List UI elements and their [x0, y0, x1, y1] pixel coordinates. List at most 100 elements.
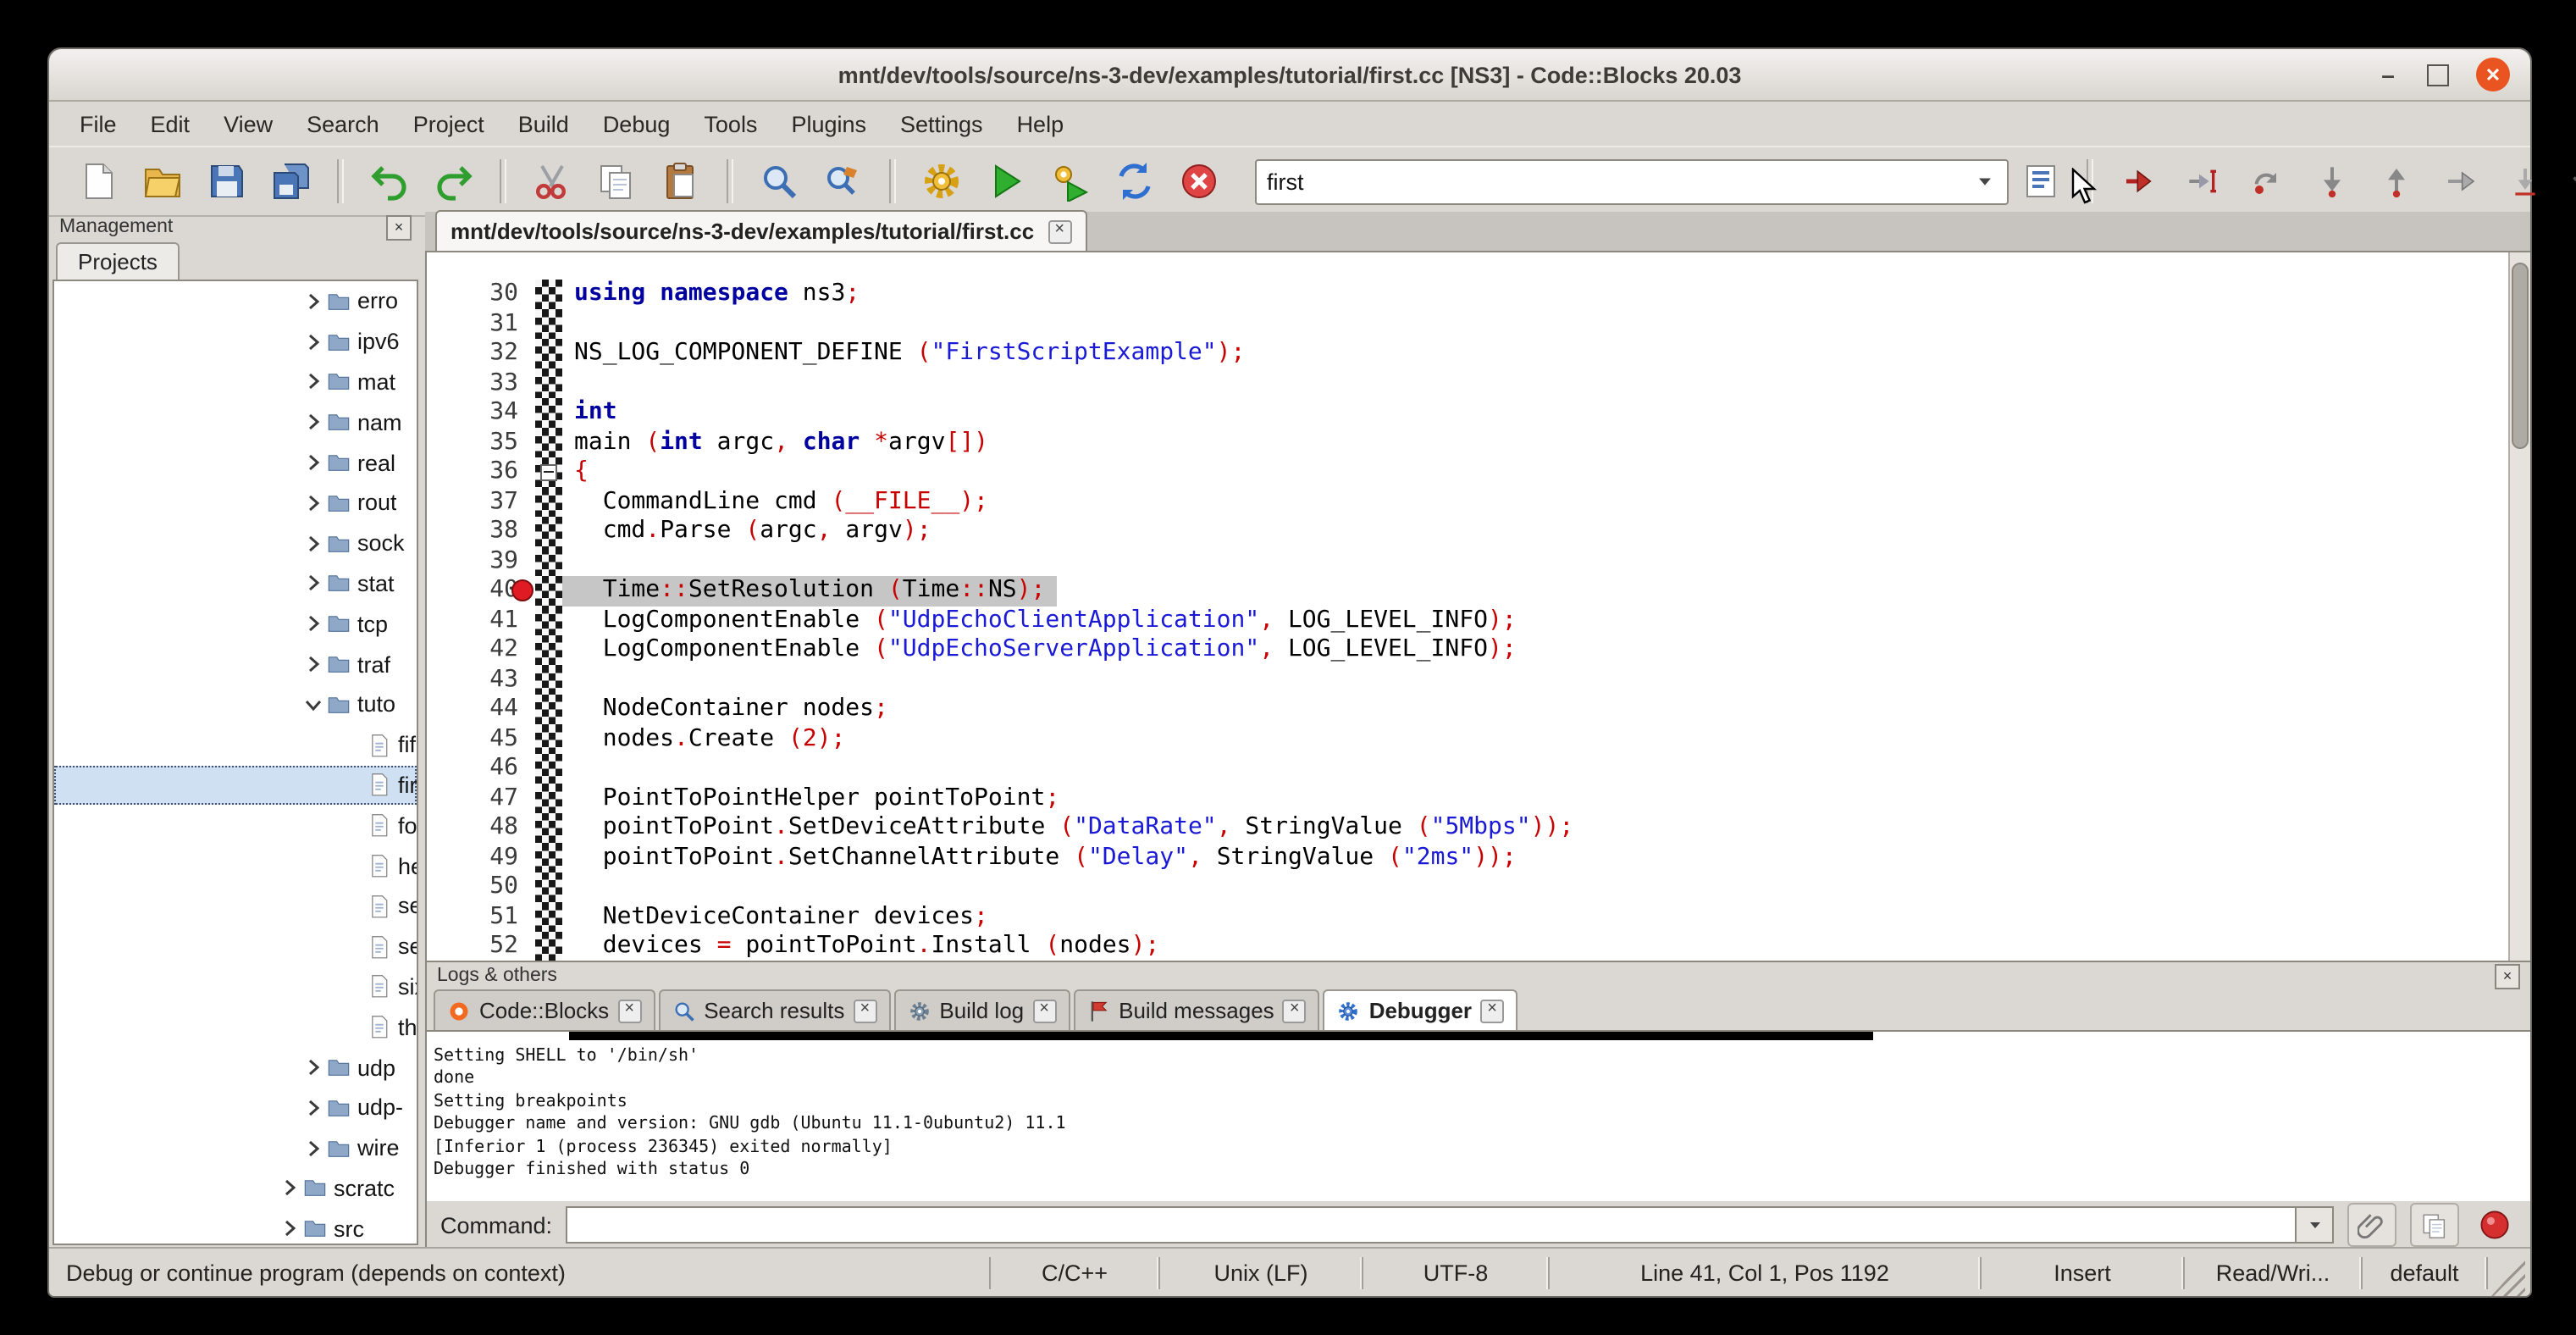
close-icon[interactable]: ×: [2495, 963, 2520, 989]
tree-item-src[interactable]: src: [54, 1209, 417, 1245]
tree-item-tcp[interactable]: tcp: [54, 604, 417, 645]
editor-line-34[interactable]: 34int: [427, 398, 2508, 428]
marker-margin[interactable]: [535, 754, 562, 784]
copy-log-button[interactable]: [2410, 1203, 2459, 1247]
tree-item-wire[interactable]: wire: [54, 1127, 417, 1168]
chevron-collapsed-icon[interactable]: [279, 1178, 300, 1199]
close-icon[interactable]: ×: [1480, 999, 1504, 1022]
chevron-collapsed-icon[interactable]: [303, 452, 323, 473]
debugger-command-input[interactable]: [566, 1206, 2297, 1244]
marker-margin[interactable]: [535, 606, 562, 635]
new-file-button[interactable]: [73, 156, 124, 207]
run-to-cursor-button[interactable]: [2178, 156, 2229, 207]
menu-view[interactable]: View: [207, 106, 290, 141]
editor-line-44[interactable]: 44 NodeContainer nodes;: [427, 695, 2508, 724]
chevron-collapsed-icon[interactable]: [303, 614, 323, 634]
editor-line-33[interactable]: 33: [427, 368, 2508, 398]
editor-line-51[interactable]: 51 NetDeviceContainer devices;: [427, 902, 2508, 932]
command-history-dropdown[interactable]: [2297, 1206, 2334, 1244]
marker-margin[interactable]: [535, 309, 562, 339]
chevron-collapsed-icon[interactable]: [303, 413, 323, 433]
close-icon[interactable]: ×: [853, 999, 876, 1022]
rebuild-button[interactable]: [1109, 156, 1160, 207]
log-tab-debugger[interactable]: Debugger×: [1324, 989, 1517, 1030]
tree-item-he[interactable]: he: [54, 845, 417, 886]
close-icon[interactable]: ×: [1048, 219, 1071, 243]
build-and-run-button[interactable]: [1045, 156, 1096, 207]
close-icon[interactable]: ×: [1032, 999, 1056, 1022]
menu-file[interactable]: File: [63, 106, 134, 141]
titlebar[interactable]: mnt/dev/tools/source/ns-3-dev/examples/t…: [49, 49, 2530, 102]
log-tab-build-messages[interactable]: Build messages×: [1073, 989, 1320, 1030]
tree-item-traf[interactable]: traf: [54, 644, 417, 684]
marker-margin[interactable]: [535, 487, 562, 517]
log-tab-code-blocks[interactable]: Code::Blocks×: [434, 989, 655, 1030]
log-tab-search-results[interactable]: Search results×: [658, 989, 890, 1030]
marker-margin[interactable]: [535, 843, 562, 872]
marker-margin[interactable]: [535, 517, 562, 546]
chevron-collapsed-icon[interactable]: [303, 654, 323, 674]
copy-button[interactable]: [591, 156, 642, 207]
marker-margin[interactable]: [535, 932, 562, 961]
marker-margin[interactable]: [535, 784, 562, 813]
tree-item-fif[interactable]: fif: [54, 725, 417, 766]
marker-margin[interactable]: [535, 902, 562, 932]
debug-continue-button[interactable]: [2114, 156, 2164, 207]
tree-item-tuto[interactable]: tuto: [54, 684, 417, 725]
close-button[interactable]: ✕: [2476, 58, 2510, 91]
tree-item-scratc[interactable]: scratc: [54, 1168, 417, 1209]
undo-button[interactable]: [364, 156, 415, 207]
marker-margin[interactable]: [535, 724, 562, 754]
next-line-button[interactable]: [2242, 156, 2293, 207]
editor-line-32[interactable]: 32NS_LOG_COMPONENT_DEFINE ("FirstScriptE…: [427, 339, 2508, 368]
editor-line-37[interactable]: 37 CommandLine cmd (__FILE__);: [427, 487, 2508, 517]
chevron-collapsed-icon[interactable]: [303, 493, 323, 513]
editor-line-31[interactable]: 31: [427, 309, 2508, 339]
cut-button[interactable]: [527, 156, 578, 207]
menu-tools[interactable]: Tools: [687, 106, 774, 141]
compile-button[interactable]: [916, 156, 967, 207]
marker-margin[interactable]: [535, 368, 562, 398]
marker-margin[interactable]: [535, 280, 562, 309]
chevron-collapsed-icon[interactable]: [303, 291, 323, 312]
run-button[interactable]: [981, 156, 1031, 207]
replace-button[interactable]: [818, 156, 869, 207]
tree-item-th[interactable]: th: [54, 1007, 417, 1048]
step-into-button[interactable]: [2307, 156, 2358, 207]
maximize-button[interactable]: [2427, 64, 2449, 86]
menu-search[interactable]: Search: [290, 106, 396, 141]
editor-line-46[interactable]: 46: [427, 754, 2508, 784]
resize-grip[interactable]: [2491, 1259, 2525, 1296]
redo-button[interactable]: [428, 156, 479, 207]
marker-margin[interactable]: [535, 695, 562, 724]
tree-item-rout[interactable]: rout: [54, 483, 417, 523]
menu-debug[interactable]: Debug: [586, 106, 688, 141]
tree-item-nam[interactable]: nam: [54, 402, 417, 443]
chevron-collapsed-icon[interactable]: [303, 573, 323, 594]
chevron-collapsed-icon[interactable]: [279, 1218, 300, 1238]
editor-line-30[interactable]: 30using namespace ns3;: [427, 280, 2508, 309]
editor-line-39[interactable]: 39: [427, 546, 2508, 576]
step-out-button[interactable]: [2371, 156, 2422, 207]
tree-item-se[interactable]: se: [54, 927, 417, 967]
save-button[interactable]: [202, 156, 252, 207]
tree-item-udp[interactable]: udp: [54, 1047, 417, 1088]
editor-line-45[interactable]: 45 nodes.Create (2);: [427, 724, 2508, 754]
chevron-collapsed-icon[interactable]: [303, 1098, 323, 1118]
build-target-combo[interactable]: first: [1255, 158, 2009, 204]
tree-item-sock[interactable]: sock: [54, 523, 417, 564]
tree-item-mat[interactable]: mat: [54, 362, 417, 402]
editor-line-47[interactable]: 47 PointToPointHelper pointToPoint;: [427, 784, 2508, 813]
menu-edit[interactable]: Edit: [134, 106, 207, 141]
tree-item-fo[interactable]: fo: [54, 806, 417, 846]
editor-line-40[interactable]: 40 Time::SetResolution (Time::NS);: [427, 576, 2508, 606]
code-editor[interactable]: 30using namespace ns3;3132NS_LOG_COMPONE…: [425, 252, 2508, 961]
tree-item-fir[interactable]: fir: [54, 765, 417, 806]
projects-tree[interactable]: erroipv6matnamrealroutsockstattcptraftut…: [53, 280, 418, 1245]
marker-margin[interactable]: [535, 576, 562, 606]
editor-line-50[interactable]: 50: [427, 872, 2508, 902]
chevron-collapsed-icon[interactable]: [303, 372, 323, 392]
close-icon[interactable]: ×: [386, 214, 412, 240]
editor-line-42[interactable]: 42 LogComponentEnable ("UdpEchoServerApp…: [427, 635, 2508, 665]
chevron-expanded-icon[interactable]: [303, 695, 323, 715]
